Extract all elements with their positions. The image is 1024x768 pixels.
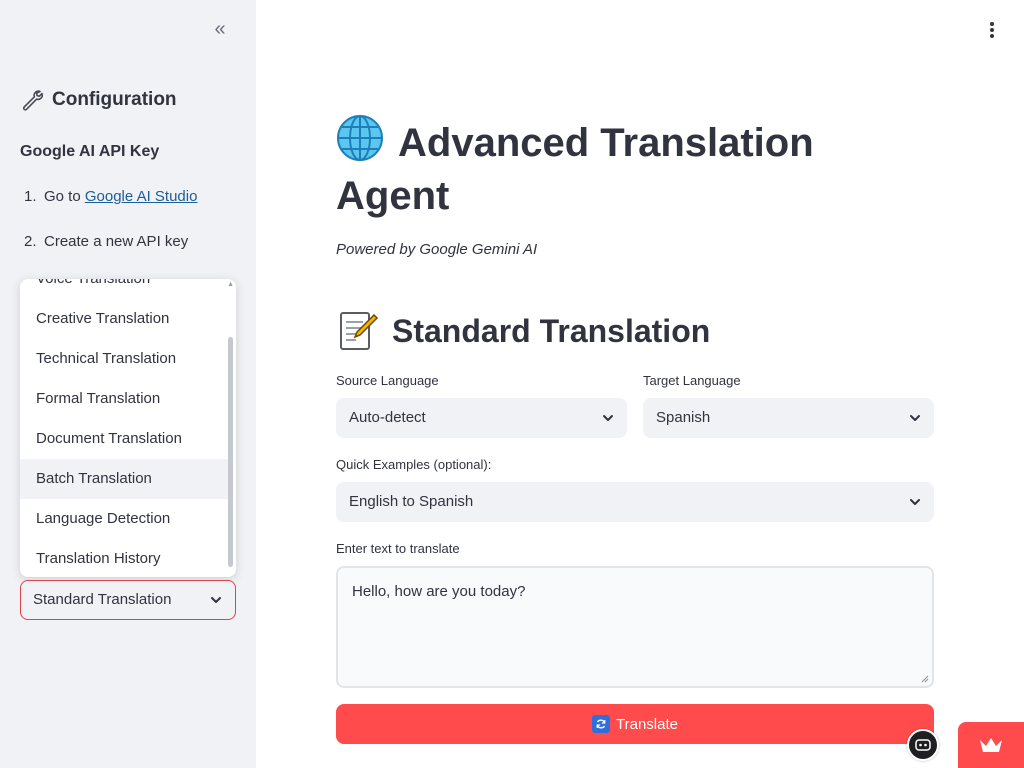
target-language-select[interactable]: Spanish	[643, 398, 934, 438]
input-text-label: Enter text to translate	[336, 541, 460, 556]
page-title-text: Advanced Translation Agent	[336, 121, 814, 218]
google-ai-studio-link[interactable]: Google AI Studio	[85, 188, 198, 205]
dropdown-option[interactable]: Formal Translation	[20, 379, 228, 419]
wrench-icon	[22, 90, 44, 111]
collapse-sidebar-button[interactable]: «	[208, 18, 232, 42]
memo-icon	[340, 312, 379, 350]
input-textarea[interactable]: Hello, how are you today?	[336, 566, 934, 688]
translate-button-label: Translate	[616, 715, 678, 733]
resize-grip-icon[interactable]	[921, 675, 929, 683]
input-textarea-value: Hello, how are you today?	[352, 583, 526, 600]
step-number: 2.	[24, 233, 37, 250]
dropdown-scrollbar[interactable]	[228, 337, 233, 567]
quick-examples-value: English to Spanish	[349, 493, 474, 510]
page-title: Advanced Translation Agent	[336, 114, 856, 223]
section-title: Standard Translation	[336, 306, 710, 356]
quick-examples-select[interactable]: English to Spanish	[336, 482, 934, 522]
dropdown-option[interactable]: Voice Translation	[20, 279, 228, 299]
step-text: Create a new API key	[44, 233, 189, 250]
mode-select[interactable]: Standard Translation	[20, 580, 236, 620]
globe-icon	[337, 115, 383, 161]
step-number: 1.	[24, 188, 37, 205]
crown-icon	[980, 738, 1002, 752]
dropdown-option[interactable]: Language Detection	[20, 499, 228, 539]
dropdown-option[interactable]: Document Translation	[20, 419, 228, 459]
source-language-label: Source Language	[336, 373, 439, 388]
list-item: 1. Go to Google AI Studio	[24, 186, 197, 231]
step-text: Go to	[44, 188, 85, 205]
streamlit-badge[interactable]	[958, 722, 1024, 768]
bot-avatar[interactable]	[907, 729, 939, 761]
main-menu-button[interactable]	[982, 18, 1002, 42]
scroll-up-icon[interactable]: ▲	[227, 281, 234, 288]
kebab-menu-icon	[990, 22, 994, 38]
sidebar-title-text: Configuration	[52, 89, 177, 110]
source-language-value: Auto-detect	[349, 409, 426, 426]
source-language-select[interactable]: Auto-detect	[336, 398, 627, 438]
chevron-down-icon	[908, 482, 922, 522]
robot-icon	[915, 739, 931, 751]
api-steps-list: 1. Go to Google AI Studio 2. Create a new …	[24, 186, 197, 276]
dropdown-option[interactable]: Translation History	[20, 539, 228, 577]
api-key-heading: Google AI API Key	[20, 143, 160, 160]
dropdown-option[interactable]: Creative Translation	[20, 299, 228, 339]
chevron-down-icon	[908, 398, 922, 438]
target-language-label: Target Language	[643, 373, 741, 388]
sidebar: « Configuration Google AI API Key 1. Go t…	[0, 0, 256, 768]
translate-button[interactable]: Translate	[336, 704, 934, 744]
list-item: 2. Create a new API key	[24, 231, 197, 276]
dropdown-option[interactable]: Technical Translation	[20, 339, 228, 379]
mode-dropdown-menu: Voice Translation Creative Translation T…	[20, 279, 236, 577]
quick-examples-label: Quick Examples (optional):	[336, 457, 492, 472]
mode-select-value: Standard Translation	[33, 591, 172, 608]
refresh-icon	[592, 715, 610, 733]
dropdown-option-hovered[interactable]: Batch Translation	[20, 459, 228, 499]
section-title-text: Standard Translation	[392, 313, 711, 349]
target-language-value: Spanish	[656, 409, 711, 426]
page-subtitle: Powered by Google Gemini AI	[336, 241, 538, 258]
sidebar-title: Configuration	[20, 88, 177, 112]
chevron-down-icon	[601, 398, 615, 438]
chevron-down-icon	[209, 581, 223, 619]
